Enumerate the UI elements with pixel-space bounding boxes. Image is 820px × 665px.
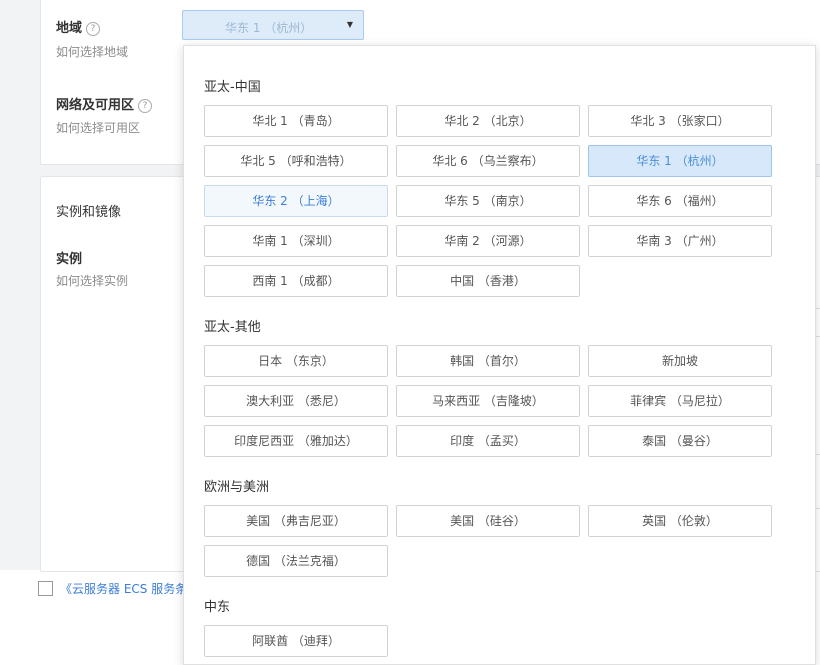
region-group-title: 中东 [204,600,231,615]
region-option[interactable]: 菲律宾 （马尼拉） [588,385,772,417]
agreement-checkbox[interactable] [38,581,53,596]
region-option[interactable]: 马来西亚 （吉隆坡） [396,385,580,417]
region-select[interactable]: 华东 1 （杭州） ▼ [182,10,364,40]
region-option[interactable]: 华南 1 （深圳） [204,225,388,257]
region-option[interactable]: 德国 （法兰克福） [204,545,388,577]
region-option[interactable]: 美国 （弗吉尼亚） [204,505,388,537]
region-group-title: 欧洲与美洲 [204,480,270,495]
network-zone-label: 网络及可用区? [56,94,153,113]
chevron-down-icon: ▼ [346,20,353,29]
region-option[interactable]: 英国 （伦敦） [588,505,772,537]
page-background-left [0,0,40,570]
region-option[interactable]: 华南 2 （河源） [396,225,580,257]
region-help-link[interactable]: 如何选择地域 [56,43,128,60]
region-option[interactable]: 西南 1 （成都） [204,265,388,297]
region-option[interactable]: 华北 2 （北京） [396,105,580,137]
instance-label: 实例 [56,252,83,267]
region-option[interactable]: 美国 （硅谷） [396,505,580,537]
region-option[interactable]: 印度尼西亚 （雅加达） [204,425,388,457]
region-option[interactable]: 华东 1 （杭州） [588,145,772,177]
region-option[interactable]: 阿联酋 （迪拜） [204,625,388,657]
region-option[interactable]: 中国 （香港） [396,265,580,297]
help-icon[interactable]: ? [138,99,153,113]
region-option[interactable]: 华南 3 （广州） [588,225,772,257]
agreement-link[interactable]: 《云服务器 ECS 服务条款 [60,582,199,596]
region-option[interactable]: 韩国 （首尔） [396,345,580,377]
region-label: 地域? [56,17,101,36]
region-option[interactable]: 日本 （东京） [204,345,388,377]
region-option[interactable]: 华东 6 （福州） [588,185,772,217]
region-dropdown-panel: 亚太-中国华北 1 （青岛） 华北 2 （北京） 华北 3 （张家口） 华北 5 （呼… [183,45,816,665]
region-option[interactable]: 泰国 （曼谷） [588,425,772,457]
region-option[interactable]: 华东 2 （上海） [204,185,388,217]
region-option[interactable]: 华北 1 （青岛） [204,105,388,137]
zone-help-link[interactable]: 如何选择可用区 [56,119,140,136]
region-option[interactable]: 华东 5 （南京） [396,185,580,217]
region-option[interactable]: 华北 3 （张家口） [588,105,772,137]
agreement-row: 《云服务器 ECS 服务条款 [38,580,199,597]
region-option[interactable]: 华北 5 （呼和浩特） [204,145,388,177]
region-option[interactable]: 澳大利亚 （悉尼） [204,385,388,417]
instance-help-link[interactable]: 如何选择实例 [56,272,128,289]
region-group-title: 亚太-其他 [204,320,261,335]
region-option[interactable]: 华北 6 （乌兰察布） [396,145,580,177]
region-option[interactable]: 印度 （孟买） [396,425,580,457]
region-select-value: 华东 1 （杭州） [225,21,313,35]
instance-image-label: 实例和镜像 [56,205,122,220]
region-option[interactable]: 新加坡 [588,345,772,377]
region-group-title: 亚太-中国 [204,80,261,95]
help-icon[interactable]: ? [86,22,101,36]
